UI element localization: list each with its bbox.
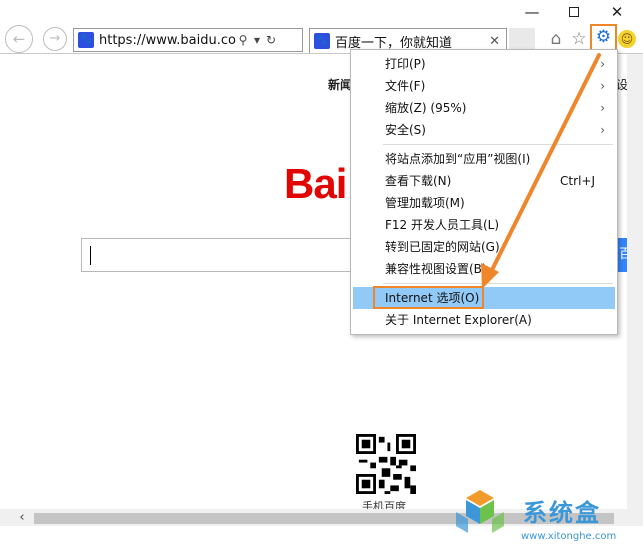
search-icon[interactable]: ⚲ [236, 33, 250, 47]
menu-item-view-downloads[interactable]: 查看下载(N) Ctrl+J [353, 170, 615, 192]
close-window-button[interactable]: ✕ [606, 4, 628, 20]
menu-item-file[interactable]: 文件(F) › [353, 75, 615, 97]
refresh-icon[interactable]: ↻ [264, 33, 278, 47]
submenu-arrow-icon: › [600, 101, 605, 115]
menu-item-add-to-apps[interactable]: 将站点添加到“应用”视图(I) [353, 148, 615, 170]
maximize-icon [569, 7, 579, 17]
menu-item-label: 管理加载项(M) [385, 196, 465, 210]
dropdown-arrow-icon[interactable]: ▾ [250, 33, 264, 47]
back-button[interactable]: ← [5, 25, 33, 53]
watermark-logo [456, 490, 504, 533]
gear-icon[interactable]: ⚙ [590, 24, 617, 51]
menu-item-label: 查看下载(N) [385, 174, 452, 188]
close-icon: ✕ [610, 3, 624, 21]
menu-item-label: 兼容性视图设置(B) [385, 262, 487, 276]
minimize-icon: — [524, 3, 540, 21]
menu-item-label: 将站点添加到“应用”视图(I) [385, 152, 531, 166]
menu-item-zoom[interactable]: 缩放(Z) (95%) › [353, 97, 615, 119]
address-bar[interactable]: 🐾 https://www.baidu.com/ ⚲ ▾ ↻ [73, 28, 303, 52]
annotation-highlight-box [373, 286, 484, 309]
menu-item-label: 安全(S) [385, 123, 426, 137]
tab-title: 百度一下，你就知道 [335, 35, 453, 51]
smiley-feedback-icon[interactable]: ☺ [618, 30, 636, 48]
menu-item-label: 转到已固定的网站(G) [385, 240, 500, 254]
menu-item-print[interactable]: 打印(P) › [353, 53, 615, 75]
submenu-arrow-icon: › [600, 79, 605, 93]
menu-separator [383, 144, 613, 145]
menu-item-pinned-sites[interactable]: 转到已固定的网站(G) [353, 236, 615, 258]
minimize-button[interactable]: — [521, 4, 543, 20]
menu-item-label: F12 开发人员工具(L) [385, 218, 500, 232]
arrow-left-icon: ← [12, 30, 26, 48]
scroll-left-icon[interactable]: ‹ [14, 509, 30, 526]
forward-button[interactable]: → [43, 27, 67, 51]
baidu-logo: Bai [284, 160, 347, 207]
favorites-star-icon[interactable]: ☆ [569, 28, 589, 50]
menu-item-compat-view[interactable]: 兼容性视图设置(B) [353, 258, 615, 280]
tab-close-icon[interactable]: ✕ [489, 34, 500, 49]
menu-item-label: 关于 Internet Explorer(A) [385, 313, 532, 327]
watermark-url: www.xitonghe.com [521, 531, 617, 542]
watermark-text: 系统盒 [523, 499, 601, 527]
url-text[interactable]: https://www.baidu.com/ [99, 33, 236, 48]
news-link[interactable]: 新闻 [328, 76, 352, 93]
menu-item-label: 缩放(Z) (95%) [385, 101, 467, 115]
menu-item-label: 打印(P) [385, 57, 426, 71]
menu-item-about-ie[interactable]: 关于 Internet Explorer(A) [353, 309, 615, 331]
text-caret [90, 246, 91, 265]
menu-item-f12-devtools[interactable]: F12 开发人员工具(L) [353, 214, 615, 236]
submenu-arrow-icon: › [600, 57, 605, 71]
menu-shortcut: Ctrl+J [560, 174, 595, 188]
vertical-scrollbar[interactable] [627, 54, 643, 509]
maximize-button[interactable] [563, 4, 585, 20]
submenu-arrow-icon: › [600, 123, 605, 137]
menu-separator [383, 283, 613, 284]
menu-item-safety[interactable]: 安全(S) › [353, 119, 615, 141]
menu-item-label: 文件(F) [385, 79, 426, 93]
qr-code [356, 434, 416, 494]
arrow-right-icon: → [49, 31, 61, 46]
baidu-paw-icon: 🐾 [78, 32, 94, 48]
baidu-paw-icon: 🐾 [314, 33, 330, 49]
menu-item-manage-addons[interactable]: 管理加载项(M) [353, 192, 615, 214]
home-icon[interactable]: ⌂ [546, 28, 566, 50]
